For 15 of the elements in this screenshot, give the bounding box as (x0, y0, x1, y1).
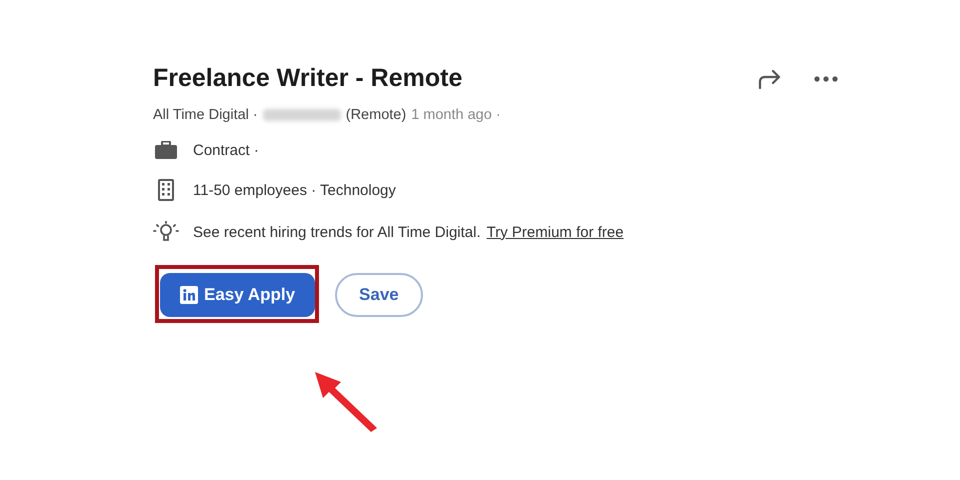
linkedin-icon (180, 286, 198, 304)
insight-text: See recent hiring trends for All Time Digital. (193, 224, 481, 240)
workplace-type: (Remote) (346, 107, 406, 123)
lightbulb-icon (153, 221, 179, 243)
company-name: All Time Digital · (153, 107, 258, 123)
more-icon[interactable] (813, 74, 839, 82)
briefcase-icon (153, 141, 179, 159)
save-button[interactable]: Save (335, 273, 423, 317)
job-title: Freelance Writer - Remote (153, 64, 462, 93)
insight-text: Contract · (193, 142, 259, 158)
insight-text: 11-50 employees · Technology (193, 182, 396, 198)
premium-link[interactable]: Try Premium for free (486, 224, 624, 240)
easy-apply-button[interactable]: Easy Apply (160, 273, 316, 317)
share-icon[interactable] (757, 68, 783, 90)
posted-time: 1 month ago · (411, 107, 501, 123)
